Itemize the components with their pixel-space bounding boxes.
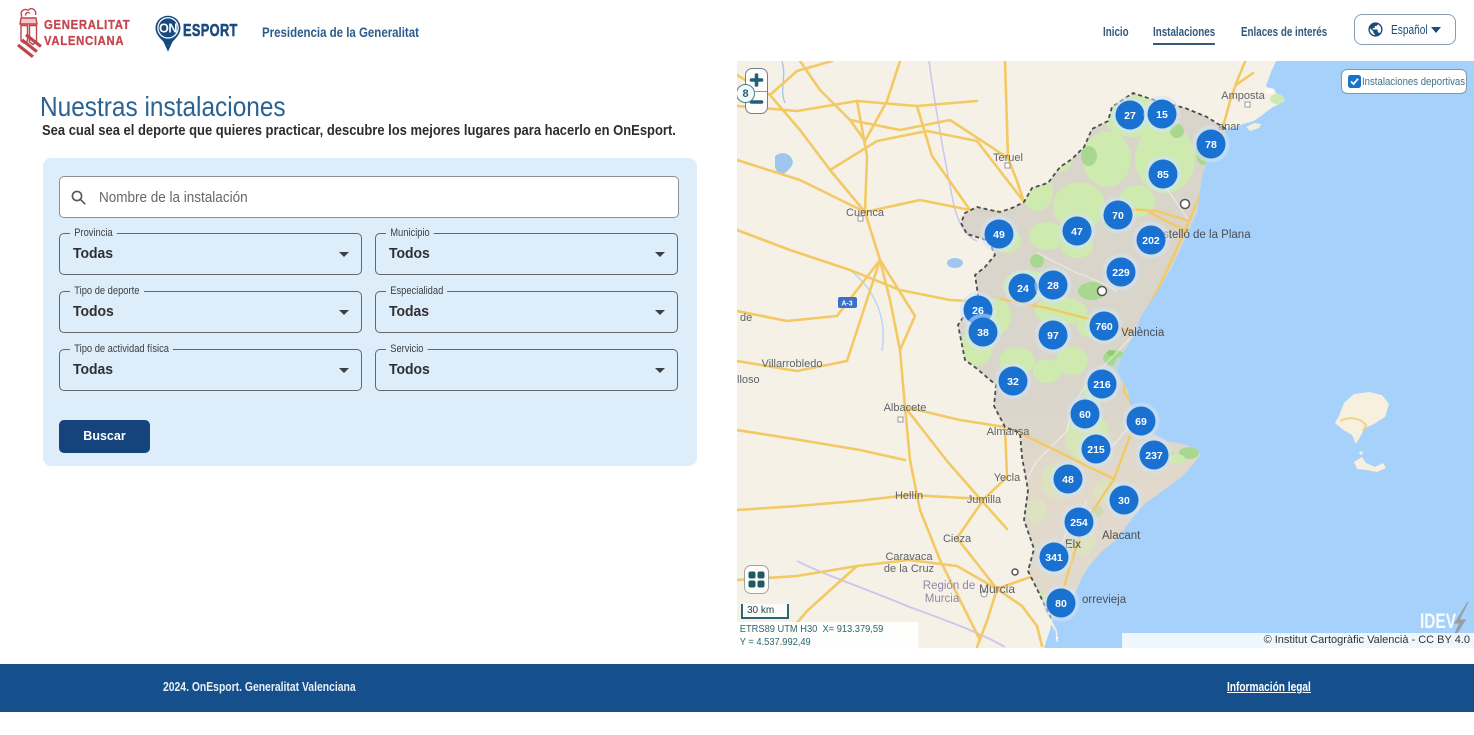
svg-text:de la Cruz: de la Cruz bbox=[884, 563, 934, 575]
svg-text:Albacete: Albacete bbox=[884, 402, 927, 414]
svg-text:Alacant: Alacant bbox=[1102, 530, 1141, 542]
svg-text:85: 85 bbox=[1157, 169, 1169, 181]
svg-text:lloso: lloso bbox=[737, 374, 760, 386]
svg-text:15: 15 bbox=[1156, 109, 1168, 121]
svg-text:30: 30 bbox=[1118, 495, 1130, 507]
svg-text:Yecla: Yecla bbox=[994, 472, 1021, 484]
svg-text:48: 48 bbox=[1062, 474, 1074, 486]
svg-text:97: 97 bbox=[1047, 330, 1059, 342]
svg-text:49: 49 bbox=[993, 229, 1005, 241]
svg-text:216: 216 bbox=[1093, 379, 1111, 391]
svg-text:28: 28 bbox=[1047, 280, 1059, 292]
svg-text:Caravaca: Caravaca bbox=[885, 551, 933, 563]
svg-text:Amposta: Amposta bbox=[1221, 90, 1265, 102]
svg-text:32: 32 bbox=[1007, 376, 1019, 388]
svg-text:760: 760 bbox=[1095, 321, 1113, 333]
svg-text:Jumilla: Jumilla bbox=[967, 494, 1002, 506]
svg-text:ON: ON bbox=[159, 21, 177, 35]
svg-text:60: 60 bbox=[1079, 409, 1091, 421]
svg-text:orrevieja: orrevieja bbox=[1082, 594, 1127, 606]
svg-text:215: 215 bbox=[1087, 444, 1105, 456]
svg-text:69: 69 bbox=[1135, 416, 1147, 428]
svg-text:70: 70 bbox=[1112, 210, 1124, 222]
svg-text:202: 202 bbox=[1142, 235, 1160, 247]
svg-text:Hellín: Hellín bbox=[895, 490, 923, 502]
svg-text:Murcia: Murcia bbox=[979, 582, 1015, 596]
svg-text:Teruel: Teruel bbox=[993, 152, 1023, 164]
svg-text:Murcia: Murcia bbox=[925, 593, 960, 605]
svg-text:237: 237 bbox=[1145, 450, 1163, 462]
svg-text:229: 229 bbox=[1112, 267, 1130, 279]
svg-text:IDEV: IDEV bbox=[1420, 610, 1456, 633]
svg-text:341: 341 bbox=[1045, 552, 1063, 564]
svg-text:A-3: A-3 bbox=[841, 301, 852, 308]
svg-text:47: 47 bbox=[1071, 226, 1083, 238]
svg-text:Cuenca: Cuenca bbox=[846, 207, 885, 219]
svg-text:24: 24 bbox=[1017, 283, 1029, 295]
svg-text:27: 27 bbox=[1124, 110, 1136, 122]
svg-text:Cieza: Cieza bbox=[943, 533, 972, 545]
svg-text:Villarrobledo: Villarrobledo bbox=[762, 358, 823, 370]
svg-text:Región de: Región de bbox=[923, 580, 975, 592]
svg-text:de: de bbox=[740, 312, 752, 324]
svg-text:38: 38 bbox=[977, 327, 989, 339]
svg-text:254: 254 bbox=[1070, 517, 1088, 529]
svg-text:Almansa: Almansa bbox=[987, 426, 1031, 438]
svg-text:stelló de la Plana: stelló de la Plana bbox=[1163, 229, 1251, 241]
svg-text:80: 80 bbox=[1055, 598, 1067, 610]
svg-text:78: 78 bbox=[1205, 139, 1217, 151]
svg-text:València: València bbox=[1121, 327, 1165, 339]
